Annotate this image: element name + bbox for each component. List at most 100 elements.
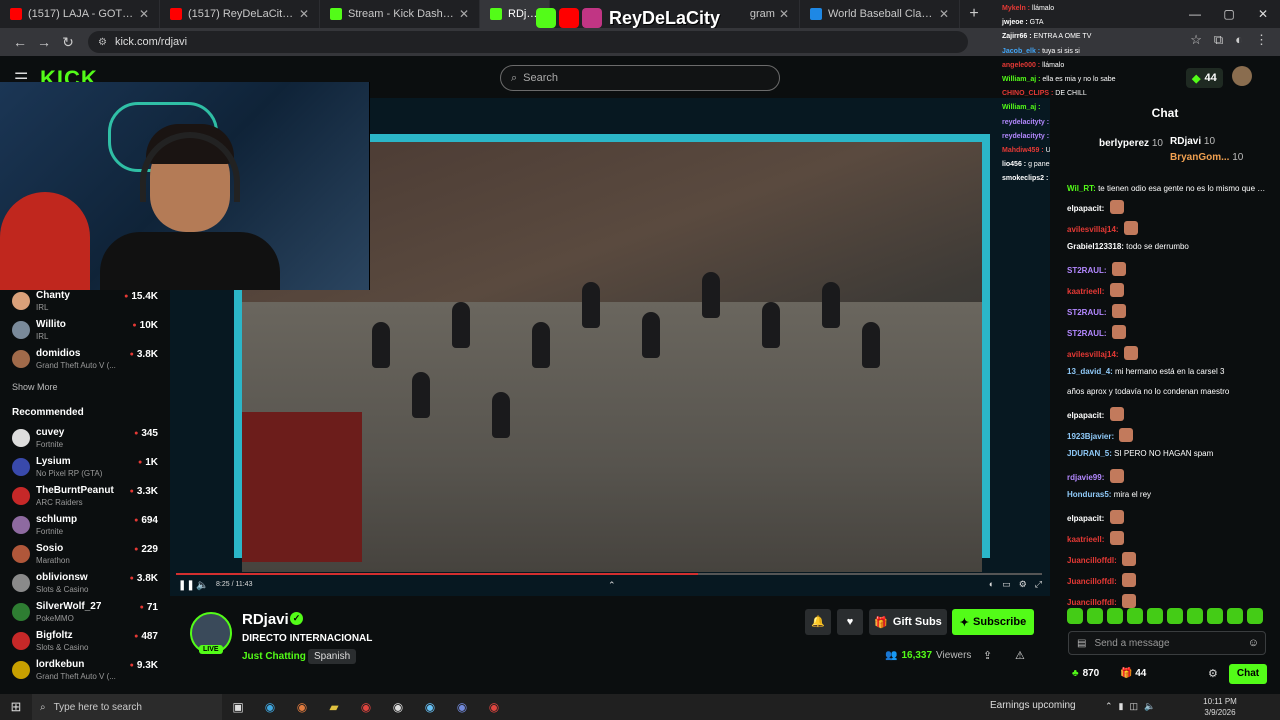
chat-settings-icon[interactable]: ⚙ — [1208, 667, 1218, 680]
star-icon[interactable]: ☆ — [1190, 32, 1202, 48]
chat-username[interactable]: JDURAN_5: — [1067, 449, 1112, 458]
task-view-icon[interactable]: ▣ — [222, 700, 254, 714]
follow-heart-button[interactable]: ♥ — [837, 609, 863, 635]
sidebar-channel[interactable]: Chanty IRL 15.4K — [0, 288, 170, 318]
chat-username[interactable]: Juancilloffdl: — [1067, 598, 1117, 607]
sidebar-channel[interactable]: Bigfoltz Slots & Casino 487 — [0, 628, 170, 658]
close-icon[interactable]: ✕ — [299, 7, 309, 21]
chevron-up-icon[interactable]: ⌃ — [1105, 701, 1113, 712]
sidebar-channel[interactable]: schlump Fortnite 694 — [0, 512, 170, 542]
chat-username[interactable]: Juancilloffdl: — [1067, 577, 1117, 586]
emote-icon[interactable] — [1207, 608, 1223, 624]
emote-icon[interactable] — [1227, 608, 1243, 624]
top-gifter[interactable]: RDjavi 10 — [1170, 136, 1260, 147]
sidebar-channel[interactable]: SilverWolf_27 PokeMMO 71 — [0, 599, 170, 629]
chat-message-input[interactable]: ▤ Send a message ☺ — [1068, 631, 1266, 655]
sidebar-channel[interactable]: lordkebun Grand Theft Auto V (... 9.3K — [0, 657, 170, 687]
close-icon[interactable]: ✕ — [459, 7, 469, 21]
emote-icon[interactable] — [1187, 608, 1203, 624]
close-icon[interactable]: ✕ — [779, 7, 789, 21]
sidebar-channel[interactable]: domidios Grand Theft Auto V (... 3.8K — [0, 346, 170, 376]
volume-icon[interactable]: 🔈 — [1144, 701, 1155, 712]
site-info-icon[interactable]: ⚙ — [98, 37, 107, 48]
taskbar-search[interactable]: ⌕ Type here to search — [32, 694, 222, 720]
windows-start-icon[interactable]: ⊞ — [0, 699, 32, 715]
kick-points-badge[interactable]: ◆ 44 — [1186, 68, 1223, 88]
gift-subs-button[interactable]: 🎁 Gift Subs — [869, 609, 947, 635]
chat-username[interactable]: avilesvillaj14: — [1067, 350, 1119, 359]
emote-picker-icon[interactable]: ▤ — [1077, 638, 1086, 649]
obs-icon[interactable]: ◉ — [382, 700, 414, 714]
browser-tab[interactable]: Stream - Kick Dashboard ✕ — [320, 0, 480, 28]
sidebar-channel[interactable]: TheBurntPeanut ARC Raiders 3.3K — [0, 483, 170, 513]
smiley-icon[interactable]: ☺ — [1248, 637, 1259, 649]
fullscreen-icon[interactable]: ⤢ — [1035, 579, 1042, 590]
chat-username[interactable]: Grabiel123318: — [1067, 242, 1124, 251]
browser-tab[interactable]: World Baseball Classic | MLB.co ✕ — [800, 0, 960, 28]
report-icon[interactable]: ⚠ — [1015, 649, 1025, 662]
chat-username[interactable]: Honduras5: — [1067, 490, 1111, 499]
emote-icon[interactable] — [1107, 608, 1123, 624]
sidebar-channel[interactable]: Willito IRL 10K — [0, 317, 170, 347]
sidebar-channel[interactable]: oblivionsw Slots & Casino 3.8K — [0, 570, 170, 600]
subscribe-button[interactable]: ✦ Subscribe — [952, 609, 1034, 635]
chat-username[interactable]: kaatrieell: — [1067, 287, 1104, 296]
close-window-icon[interactable]: ✕ — [1246, 0, 1280, 28]
chat-username[interactable]: ST2RAUL: — [1067, 329, 1107, 338]
chat-username[interactable]: ST2RAUL: — [1067, 308, 1107, 317]
chat-username[interactable]: rdjavie99: — [1067, 473, 1104, 482]
taskbar-clock[interactable]: 10:11 PM 3/9/2026 — [1196, 696, 1244, 718]
menu-dots-icon[interactable]: ⋮ — [1255, 32, 1268, 48]
reload-icon[interactable]: ↻ — [56, 34, 80, 51]
close-icon[interactable]: ✕ — [139, 7, 149, 21]
extensions-icon[interactable]: ⧉ — [1214, 32, 1223, 48]
emote-icon[interactable] — [1067, 608, 1083, 624]
show-more-link[interactable]: Show More — [12, 382, 58, 392]
url-field[interactable]: ⚙ kick.com/rdjavi — [88, 31, 968, 53]
back-icon[interactable]: ← — [8, 34, 32, 50]
emote-icon[interactable] — [1167, 608, 1183, 624]
sidebar-channel[interactable]: cuvey Fortnite 345 — [0, 425, 170, 455]
chat-username[interactable]: avilesvillaj14: — [1067, 225, 1119, 234]
browser-tab[interactable]: (1517) ReyDeLaCityShorts - You ✕ — [160, 0, 320, 28]
chat-username[interactable]: Wil_RT: — [1067, 184, 1096, 193]
forward-icon[interactable]: → — [32, 34, 56, 50]
channel-name[interactable]: RDjavi — [242, 611, 289, 628]
theater-icon[interactable]: ▭ — [1002, 579, 1011, 590]
steam-icon[interactable]: ◉ — [414, 700, 446, 714]
pause-icon[interactable]: ❚❚ — [178, 580, 195, 591]
battery-icon[interactable]: ▮ — [1119, 701, 1124, 712]
search-input[interactable]: ⌕ Search — [500, 65, 780, 91]
emote-icon[interactable] — [1147, 608, 1163, 624]
app-icon[interactable]: ◉ — [286, 700, 318, 714]
minimize-icon[interactable]: — — [1178, 0, 1212, 28]
emote-icon[interactable] — [1087, 608, 1103, 624]
progress-bar-remaining[interactable] — [698, 573, 1042, 575]
maximize-icon[interactable]: ▢ — [1212, 0, 1246, 28]
new-tab-button[interactable]: + — [960, 5, 988, 23]
language-tag[interactable]: Spanish — [308, 649, 357, 664]
chat-username[interactable]: ST2RAUL: — [1067, 266, 1107, 275]
toggle-icon[interactable]: ◐ — [989, 579, 994, 590]
profile-icon[interactable]: ◐ — [1235, 32, 1243, 48]
chat-username[interactable]: elpapacit: — [1067, 514, 1104, 523]
settings-icon[interactable]: ⚙ — [1019, 579, 1027, 590]
network-icon[interactable]: ◫ — [1130, 701, 1139, 712]
discord-icon[interactable]: ◉ — [446, 700, 478, 714]
chrome-icon[interactable]: ◉ — [350, 700, 382, 714]
chat-username[interactable]: 1923Bjavier: — [1067, 432, 1114, 441]
chat-send-button[interactable]: Chat — [1229, 664, 1267, 684]
chat-username[interactable]: elpapacit: — [1067, 411, 1104, 420]
sidebar-channel[interactable]: Sosio Marathon 229 — [0, 541, 170, 571]
gift-count[interactable]: 🎁 44 — [1120, 668, 1146, 679]
chat-username[interactable]: 13_david_4: — [1067, 367, 1113, 376]
chat-username[interactable]: kaatrieell: — [1067, 535, 1104, 544]
chat-username[interactable]: Juancilloffdl: — [1067, 556, 1117, 565]
chrome-icon[interactable]: ◉ — [478, 700, 510, 714]
notification-bell-button[interactable]: 🔔 — [805, 609, 831, 635]
user-avatar[interactable] — [1232, 66, 1252, 86]
close-icon[interactable]: ✕ — [939, 7, 949, 21]
edge-icon[interactable]: ◉ — [254, 700, 286, 714]
channel-points[interactable]: ♣ 870 — [1072, 668, 1099, 679]
browser-tab[interactable]: (1517) LAJA - GOTHAM 2 (Vide ✕ — [0, 0, 160, 28]
